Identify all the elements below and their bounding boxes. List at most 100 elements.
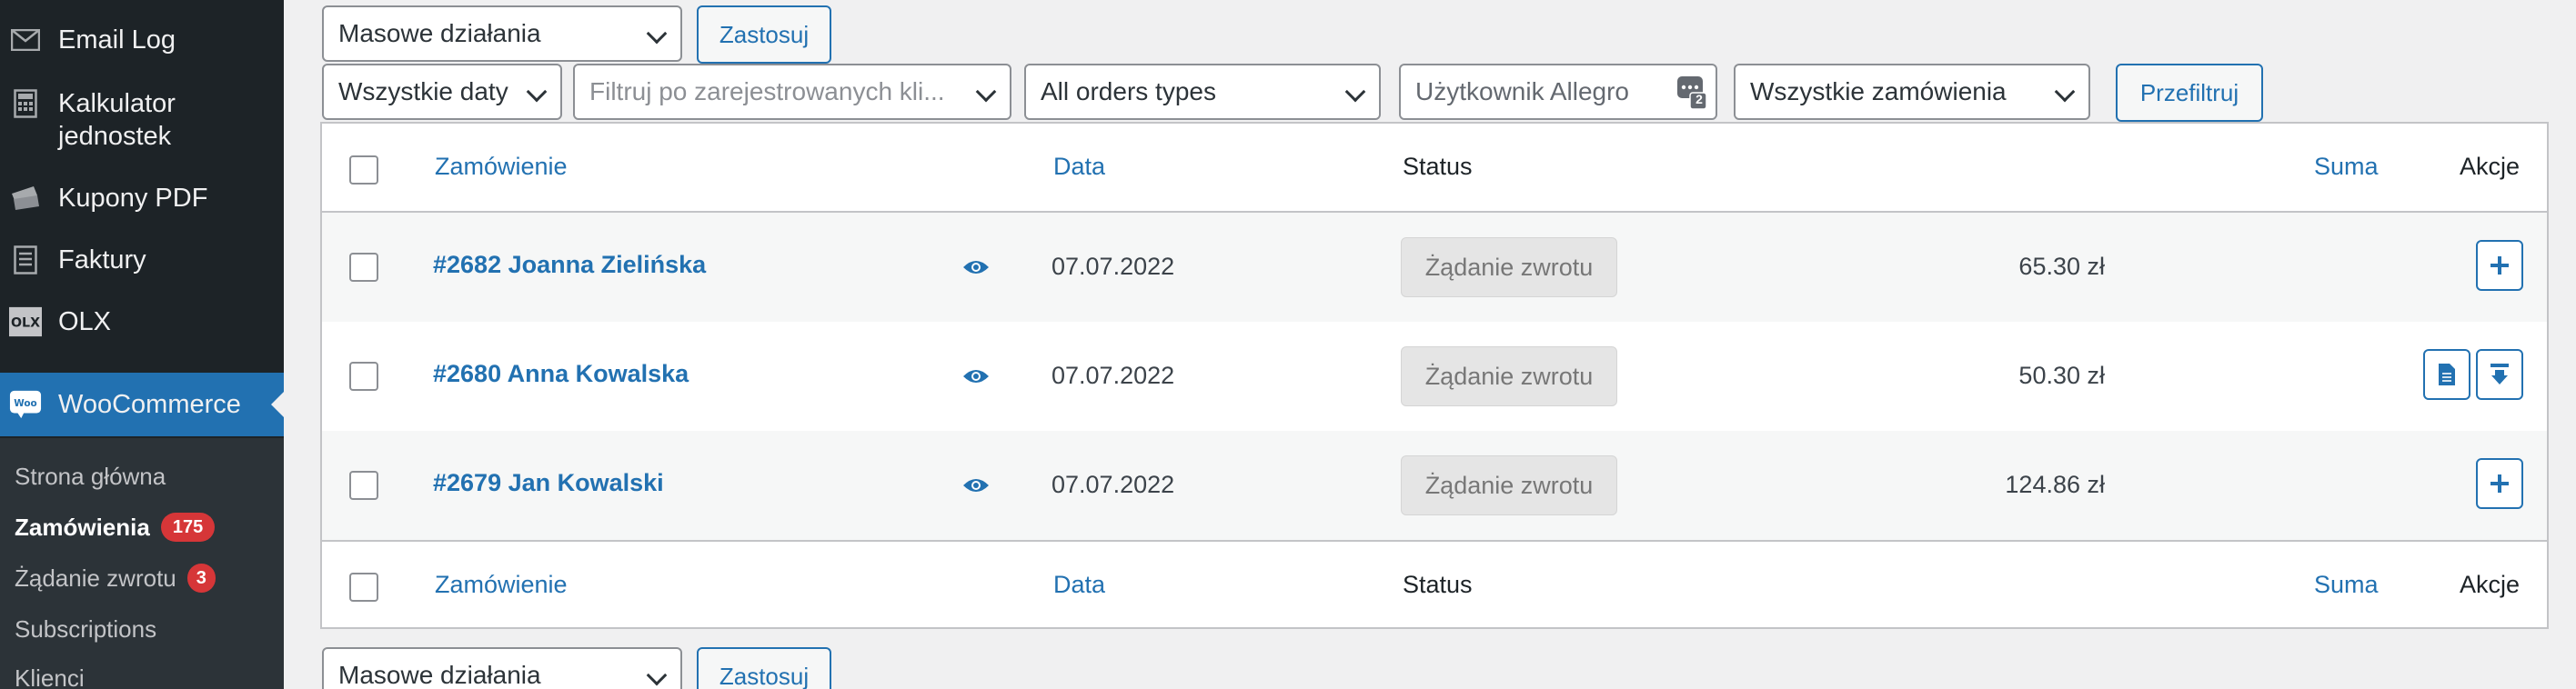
submenu-item-klienci[interactable]: Klienci (15, 662, 85, 689)
apply-bulk-button-bottom[interactable]: Zastosuj (697, 647, 831, 689)
status-badge: Żądanie zwrotu (1401, 237, 1617, 297)
table-row[interactable]: #2682 Joanna Zielińska 07.07.2022 Żądani… (322, 213, 2547, 322)
column-total-sort[interactable]: Suma (2314, 153, 2379, 181)
add-action-button[interactable] (2476, 240, 2523, 291)
order-total: 65.30 zł (2018, 253, 2105, 280)
date-filter-value: Wszystkie daty (338, 77, 508, 105)
password-manager-badge: 2 (1696, 92, 1703, 106)
allegro-user-input[interactable]: Użytkownik Allegro 2 (1399, 64, 1717, 120)
select-all-checkbox[interactable] (349, 573, 378, 602)
column-date-sort[interactable]: Data (1053, 571, 1105, 599)
submenu-item-label: Zamówienia (15, 513, 150, 541)
row-checkbox[interactable] (349, 471, 378, 500)
customer-filter-placeholder: Filtruj po zarejestrowanych kli... (589, 77, 945, 105)
submenu-item-strona-glowna[interactable]: Strona główna (15, 460, 166, 493)
download-action-button[interactable] (2476, 349, 2523, 400)
order-type-value: All orders types (1041, 77, 1216, 105)
filter-button[interactable]: Przefiltruj (2116, 64, 2263, 122)
submenu-item-label: Strona główna (15, 462, 166, 490)
invoice-icon (9, 244, 42, 276)
submenu-item-zamowienia[interactable]: Zamówienia 175 (15, 511, 216, 544)
orders-scope-value: Wszystkie zamówienia (1750, 77, 2007, 105)
menu-item-label: Faktury (58, 245, 146, 275)
tickets-icon (9, 182, 42, 215)
woocommerce-icon: Woo (9, 388, 42, 421)
column-order-sort[interactable]: Zamówienie (435, 571, 568, 599)
olx-logo-icon: OLX (9, 305, 42, 338)
submenu-item-subscriptions[interactable]: Subscriptions (15, 613, 156, 645)
chevron-down-icon (646, 664, 668, 686)
column-total-sort[interactable]: Suma (2314, 571, 2379, 599)
menu-item-kalkulator[interactable]: Kalkulator jednostek (0, 87, 284, 153)
admin-sidebar: Email Log Kalkulator jednostek Kupony PD… (0, 0, 285, 689)
menu-item-woocommerce[interactable]: Woo WooCommerce (0, 373, 285, 436)
order-link[interactable]: #2679 Jan Kowalski (433, 469, 664, 497)
orders-table: Zamówienie Data Status Suma Akcje #2682 … (320, 122, 2549, 629)
submenu-item-zadanie-zwrotu[interactable]: Żądanie zwrotu 3 (15, 562, 216, 594)
select-all-checkbox[interactable] (349, 155, 378, 185)
chevron-down-icon (975, 81, 997, 103)
orders-scope-select[interactable]: Wszystkie zamówienia (1734, 64, 2090, 120)
download-icon (2490, 364, 2509, 384)
menu-item-label: Kupony PDF (58, 184, 208, 213)
column-actions: Akcje (2460, 571, 2521, 598)
column-status: Status (1403, 153, 1473, 180)
customer-filter-select[interactable]: Filtruj po zarejestrowanych kli... (573, 64, 1011, 120)
woocommerce-submenu: Strona główna Zamówienia 175 Żądanie zwr… (0, 438, 284, 689)
bulk-actions-select[interactable]: Masowe działania (322, 5, 682, 62)
active-indicator-arrow (271, 391, 285, 418)
eye-icon[interactable] (962, 367, 990, 385)
add-icon (2490, 256, 2509, 275)
menu-item-label: OLX (58, 307, 112, 336)
allegro-user-placeholder: Użytkownik Allegro (1415, 77, 1629, 105)
eye-icon[interactable] (962, 258, 990, 276)
column-order-sort[interactable]: Zamówienie (435, 153, 568, 181)
chevron-down-icon (2054, 81, 2076, 103)
apply-bulk-button[interactable]: Zastosuj (697, 5, 831, 64)
menu-item-label: Email Log (58, 25, 176, 55)
password-manager-icon[interactable]: 2 (1675, 75, 1708, 111)
table-row[interactable]: #2679 Jan Kowalski 07.07.2022 Żądanie zw… (322, 431, 2547, 540)
order-link[interactable]: #2682 Joanna Zielińska (433, 251, 706, 279)
order-link[interactable]: #2680 Anna Kowalska (433, 360, 689, 388)
submenu-item-label: Klienci (15, 664, 85, 689)
date-filter-select[interactable]: Wszystkie daty (322, 64, 562, 120)
menu-item-label: WooCommerce (58, 390, 241, 419)
order-total: 124.86 zł (2005, 471, 2105, 498)
envelope-icon (9, 24, 42, 56)
submenu-item-label: Subscriptions (15, 614, 157, 643)
count-badge: 3 (186, 564, 216, 593)
invoice-icon (2439, 364, 2455, 385)
add-action-button[interactable] (2476, 458, 2523, 509)
status-badge: Żądanie zwrotu (1401, 346, 1617, 406)
calculator-icon (9, 87, 42, 120)
column-date-sort[interactable]: Data (1053, 153, 1105, 181)
svg-text:OLX: OLX (11, 316, 40, 331)
chevron-down-icon (1344, 81, 1366, 103)
table-row[interactable]: #2680 Anna Kowalska 07.07.2022 Żądanie z… (322, 322, 2547, 431)
menu-item-label: Kalkulator jednostek (58, 89, 176, 151)
eye-icon[interactable] (962, 476, 990, 494)
invoice-action-button[interactable] (2423, 349, 2470, 400)
order-date: 07.07.2022 (1052, 362, 1175, 389)
order-date: 07.07.2022 (1052, 253, 1175, 280)
order-total: 50.30 zł (2018, 362, 2105, 389)
table-footer: Zamówienie Data Status Suma Akcje (322, 540, 2547, 627)
order-type-select[interactable]: All orders types (1024, 64, 1381, 120)
column-actions: Akcje (2460, 153, 2521, 180)
status-badge: Żądanie zwrotu (1401, 455, 1617, 515)
add-icon (2490, 474, 2509, 493)
chevron-down-icon (646, 23, 668, 45)
svg-text:Woo: Woo (14, 398, 36, 409)
order-date: 07.07.2022 (1052, 471, 1175, 498)
row-checkbox[interactable] (349, 362, 378, 391)
count-badge: 175 (160, 513, 216, 542)
bulk-actions-value: Masowe działania (338, 661, 541, 689)
bulk-actions-select-bottom[interactable]: Masowe działania (322, 647, 682, 689)
table-header: Zamówienie Data Status Suma Akcje (322, 124, 2547, 213)
row-checkbox[interactable] (349, 253, 378, 282)
chevron-down-icon (526, 81, 548, 103)
bulk-actions-value: Masowe działania (338, 19, 541, 47)
submenu-item-label: Żądanie zwrotu (15, 564, 176, 592)
column-status: Status (1403, 571, 1473, 598)
